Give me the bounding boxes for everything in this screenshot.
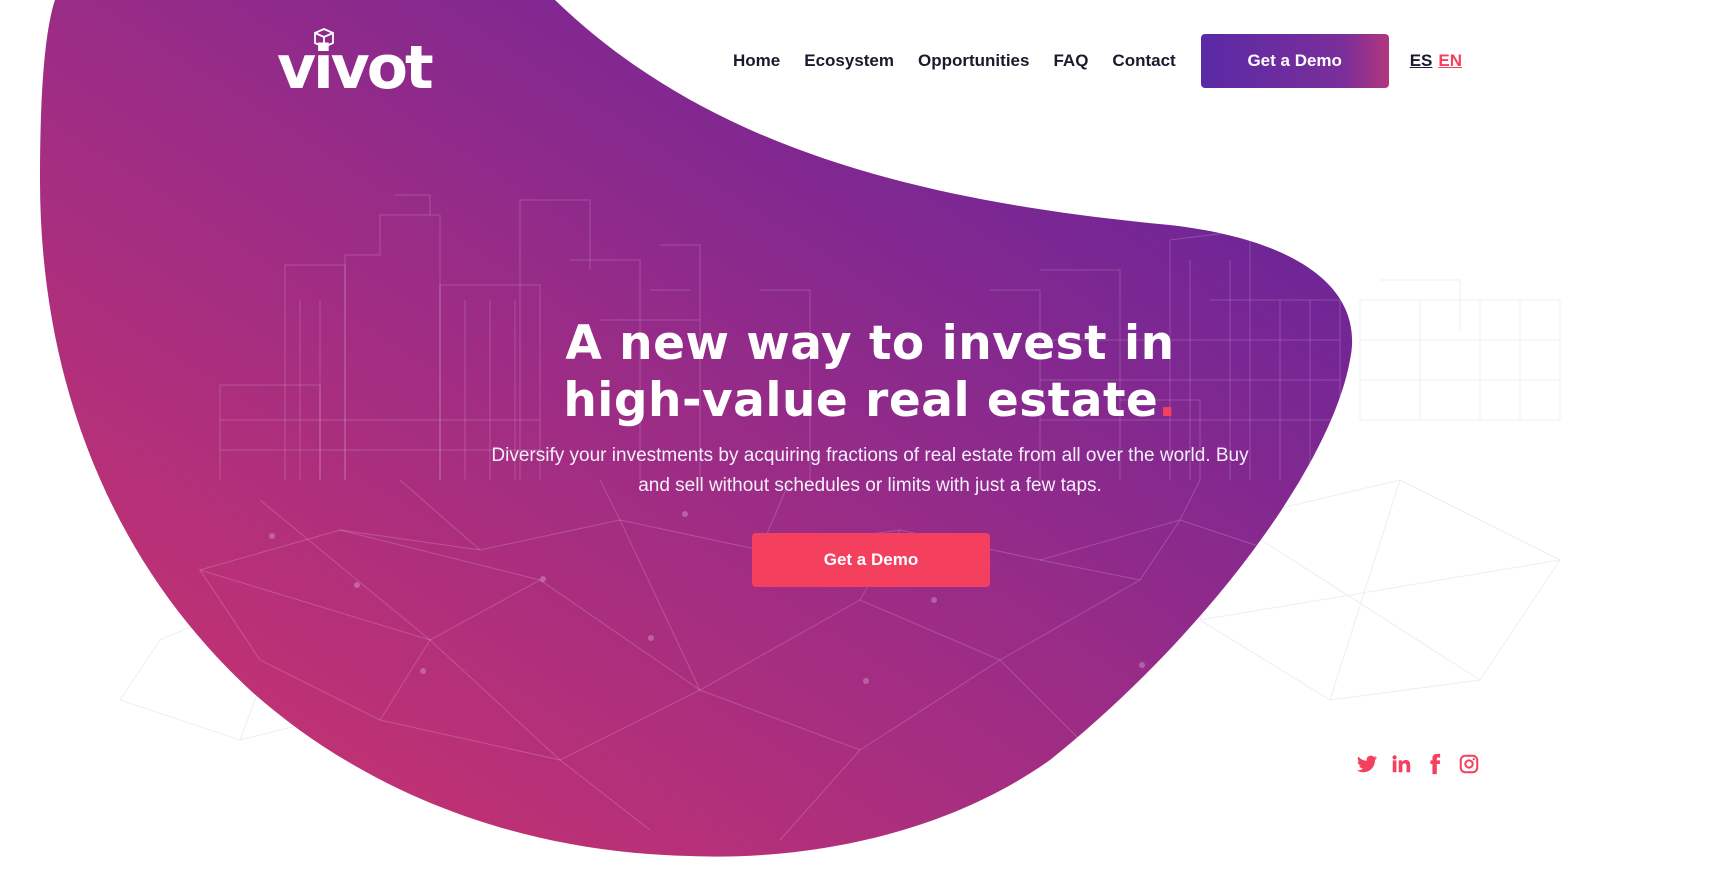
facebook-icon[interactable] [1424, 753, 1446, 775]
language-en-link[interactable]: EN [1438, 51, 1462, 70]
social-links [1356, 753, 1480, 775]
get-demo-hero-button[interactable]: Get a Demo [752, 533, 990, 587]
language-es-link[interactable]: ES [1410, 51, 1433, 70]
hero-title-dot: . [1158, 373, 1177, 428]
nav-item-home[interactable]: Home [733, 51, 780, 71]
language-switcher: ES EN [1410, 51, 1462, 71]
twitter-icon[interactable] [1356, 753, 1378, 775]
hero-title-line-2: high-value real estate [563, 373, 1159, 428]
logo-wordmark: vivot [277, 33, 434, 103]
nav-item-ecosystem[interactable]: Ecosystem [804, 51, 894, 71]
hero-subtitle: Diversify your investments by acquiring … [491, 445, 1249, 496]
hero-title-line-1: A new way to invest in [565, 316, 1175, 371]
nav-item-opportunities[interactable]: Opportunities [918, 51, 1029, 71]
instagram-icon[interactable] [1458, 753, 1480, 775]
main-nav: Home Ecosystem Opportunities FAQ Contact… [733, 34, 1462, 88]
linkedin-icon[interactable] [1390, 753, 1412, 775]
nav-item-contact[interactable]: Contact [1112, 51, 1175, 71]
nav-item-faq[interactable]: FAQ [1053, 51, 1088, 71]
hero-section: A new way to invest in high-value real e… [480, 315, 1260, 501]
brand-logo[interactable]: vivot [277, 28, 437, 98]
hero-title: A new way to invest in high-value real e… [480, 315, 1260, 429]
get-demo-nav-button[interactable]: Get a Demo [1200, 34, 1389, 88]
